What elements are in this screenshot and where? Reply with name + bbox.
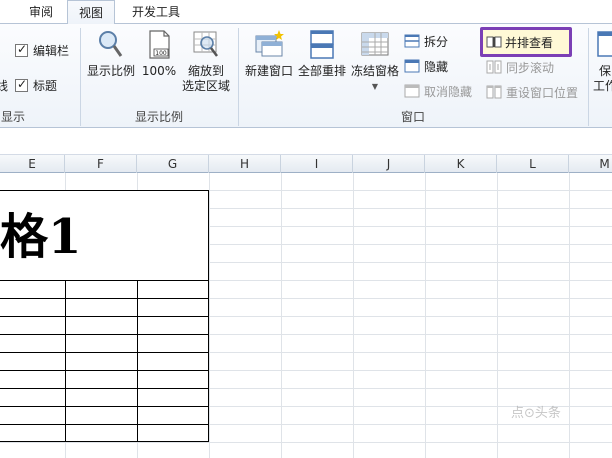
svg-text:100: 100 bbox=[155, 50, 167, 57]
tab-review[interactable]: 审阅 bbox=[18, 0, 64, 24]
arrange-all-icon bbox=[306, 28, 338, 60]
table-border bbox=[0, 298, 209, 299]
group-label-window: 窗口 bbox=[400, 110, 425, 124]
group-label-zoom: 显示比例 bbox=[134, 110, 183, 124]
table-border bbox=[0, 280, 209, 281]
tab-developer[interactable]: 开发工具 bbox=[122, 0, 190, 24]
view-side-by-side-button[interactable]: 并排查看 bbox=[480, 27, 572, 57]
table-border bbox=[137, 280, 138, 442]
table-border bbox=[0, 370, 209, 371]
magnifier-icon bbox=[95, 28, 127, 60]
gridline bbox=[0, 442, 612, 443]
column-header-g[interactable]: G bbox=[137, 155, 209, 173]
column-header-h[interactable]: H bbox=[209, 155, 281, 173]
reset-position-icon bbox=[486, 85, 502, 99]
zoom-button[interactable]: 显示比例 bbox=[86, 28, 136, 79]
hide-window-icon bbox=[404, 59, 420, 73]
group-separator bbox=[588, 28, 589, 126]
table-border bbox=[0, 388, 209, 389]
ribbon: 线 编辑栏 标题 显示 显示比例 100 100% bbox=[0, 24, 612, 128]
reset-window-position-button[interactable]: 重设窗口位置 bbox=[486, 82, 578, 102]
checkbox-checked-icon[interactable] bbox=[15, 77, 28, 92]
column-header-k[interactable]: K bbox=[425, 155, 497, 173]
hide-button[interactable]: 隐藏 bbox=[404, 56, 448, 76]
save-workspace-icon bbox=[593, 28, 612, 60]
column-header-m[interactable]: M bbox=[569, 155, 612, 173]
table-border bbox=[0, 316, 209, 317]
new-window-icon bbox=[253, 28, 285, 60]
unhide-button[interactable]: 取消隐藏 bbox=[404, 81, 472, 101]
arrange-all-button[interactable]: 全部重排 bbox=[296, 28, 348, 79]
table-border bbox=[0, 424, 209, 425]
split-icon bbox=[404, 34, 420, 48]
table-border bbox=[0, 441, 209, 442]
formula-bar-checkbox[interactable]: 编辑栏 bbox=[15, 41, 69, 59]
group-label-show: 显示 bbox=[0, 110, 25, 124]
column-headers: E F G H I J K L M bbox=[0, 155, 612, 173]
column-header-i[interactable]: I bbox=[281, 155, 353, 173]
checkbox-checked-icon[interactable] bbox=[15, 42, 28, 57]
table-border bbox=[0, 406, 209, 407]
table-border bbox=[0, 334, 209, 335]
table-title: 格1 bbox=[0, 209, 82, 265]
dropdown-arrow-icon[interactable]: ▼ bbox=[349, 79, 401, 94]
table-border bbox=[0, 352, 209, 353]
save-workspace-button[interactable]: 保 工作 bbox=[593, 28, 612, 94]
zoom-to-selection-button[interactable]: 缩放到 选定区域 bbox=[180, 28, 232, 94]
headings-checkbox[interactable]: 标题 bbox=[15, 76, 57, 94]
side-by-side-icon bbox=[486, 35, 502, 49]
zoom-100-button[interactable]: 100 100% bbox=[139, 28, 179, 79]
new-window-button[interactable]: 新建窗口 bbox=[243, 28, 295, 79]
tab-view[interactable]: 视图 bbox=[67, 0, 115, 25]
table-border bbox=[65, 280, 66, 442]
ribbon-tab-strip: 审阅 视图 开发工具 bbox=[0, 0, 612, 25]
column-header-j[interactable]: J bbox=[353, 155, 425, 173]
formula-bar-area bbox=[0, 129, 612, 155]
sync-scroll-icon bbox=[486, 60, 502, 74]
partial-gridlines-label: 线 bbox=[0, 78, 9, 93]
freeze-panes-icon bbox=[359, 28, 391, 60]
synchronous-scrolling-button[interactable]: 同步滚动 bbox=[486, 57, 554, 77]
column-header-f[interactable]: F bbox=[65, 155, 137, 173]
column-header-l[interactable]: L bbox=[497, 155, 569, 173]
zoom-selection-icon bbox=[190, 28, 222, 60]
page-100-icon: 100 bbox=[143, 28, 175, 60]
split-button[interactable]: 拆分 bbox=[404, 31, 448, 51]
watermark: 点⊙头条 bbox=[511, 406, 561, 421]
freeze-panes-button[interactable]: 冻结窗格 ▼ bbox=[349, 28, 401, 94]
unhide-window-icon bbox=[404, 84, 420, 98]
column-header-e[interactable]: E bbox=[0, 155, 65, 173]
table-border bbox=[0, 190, 209, 191]
